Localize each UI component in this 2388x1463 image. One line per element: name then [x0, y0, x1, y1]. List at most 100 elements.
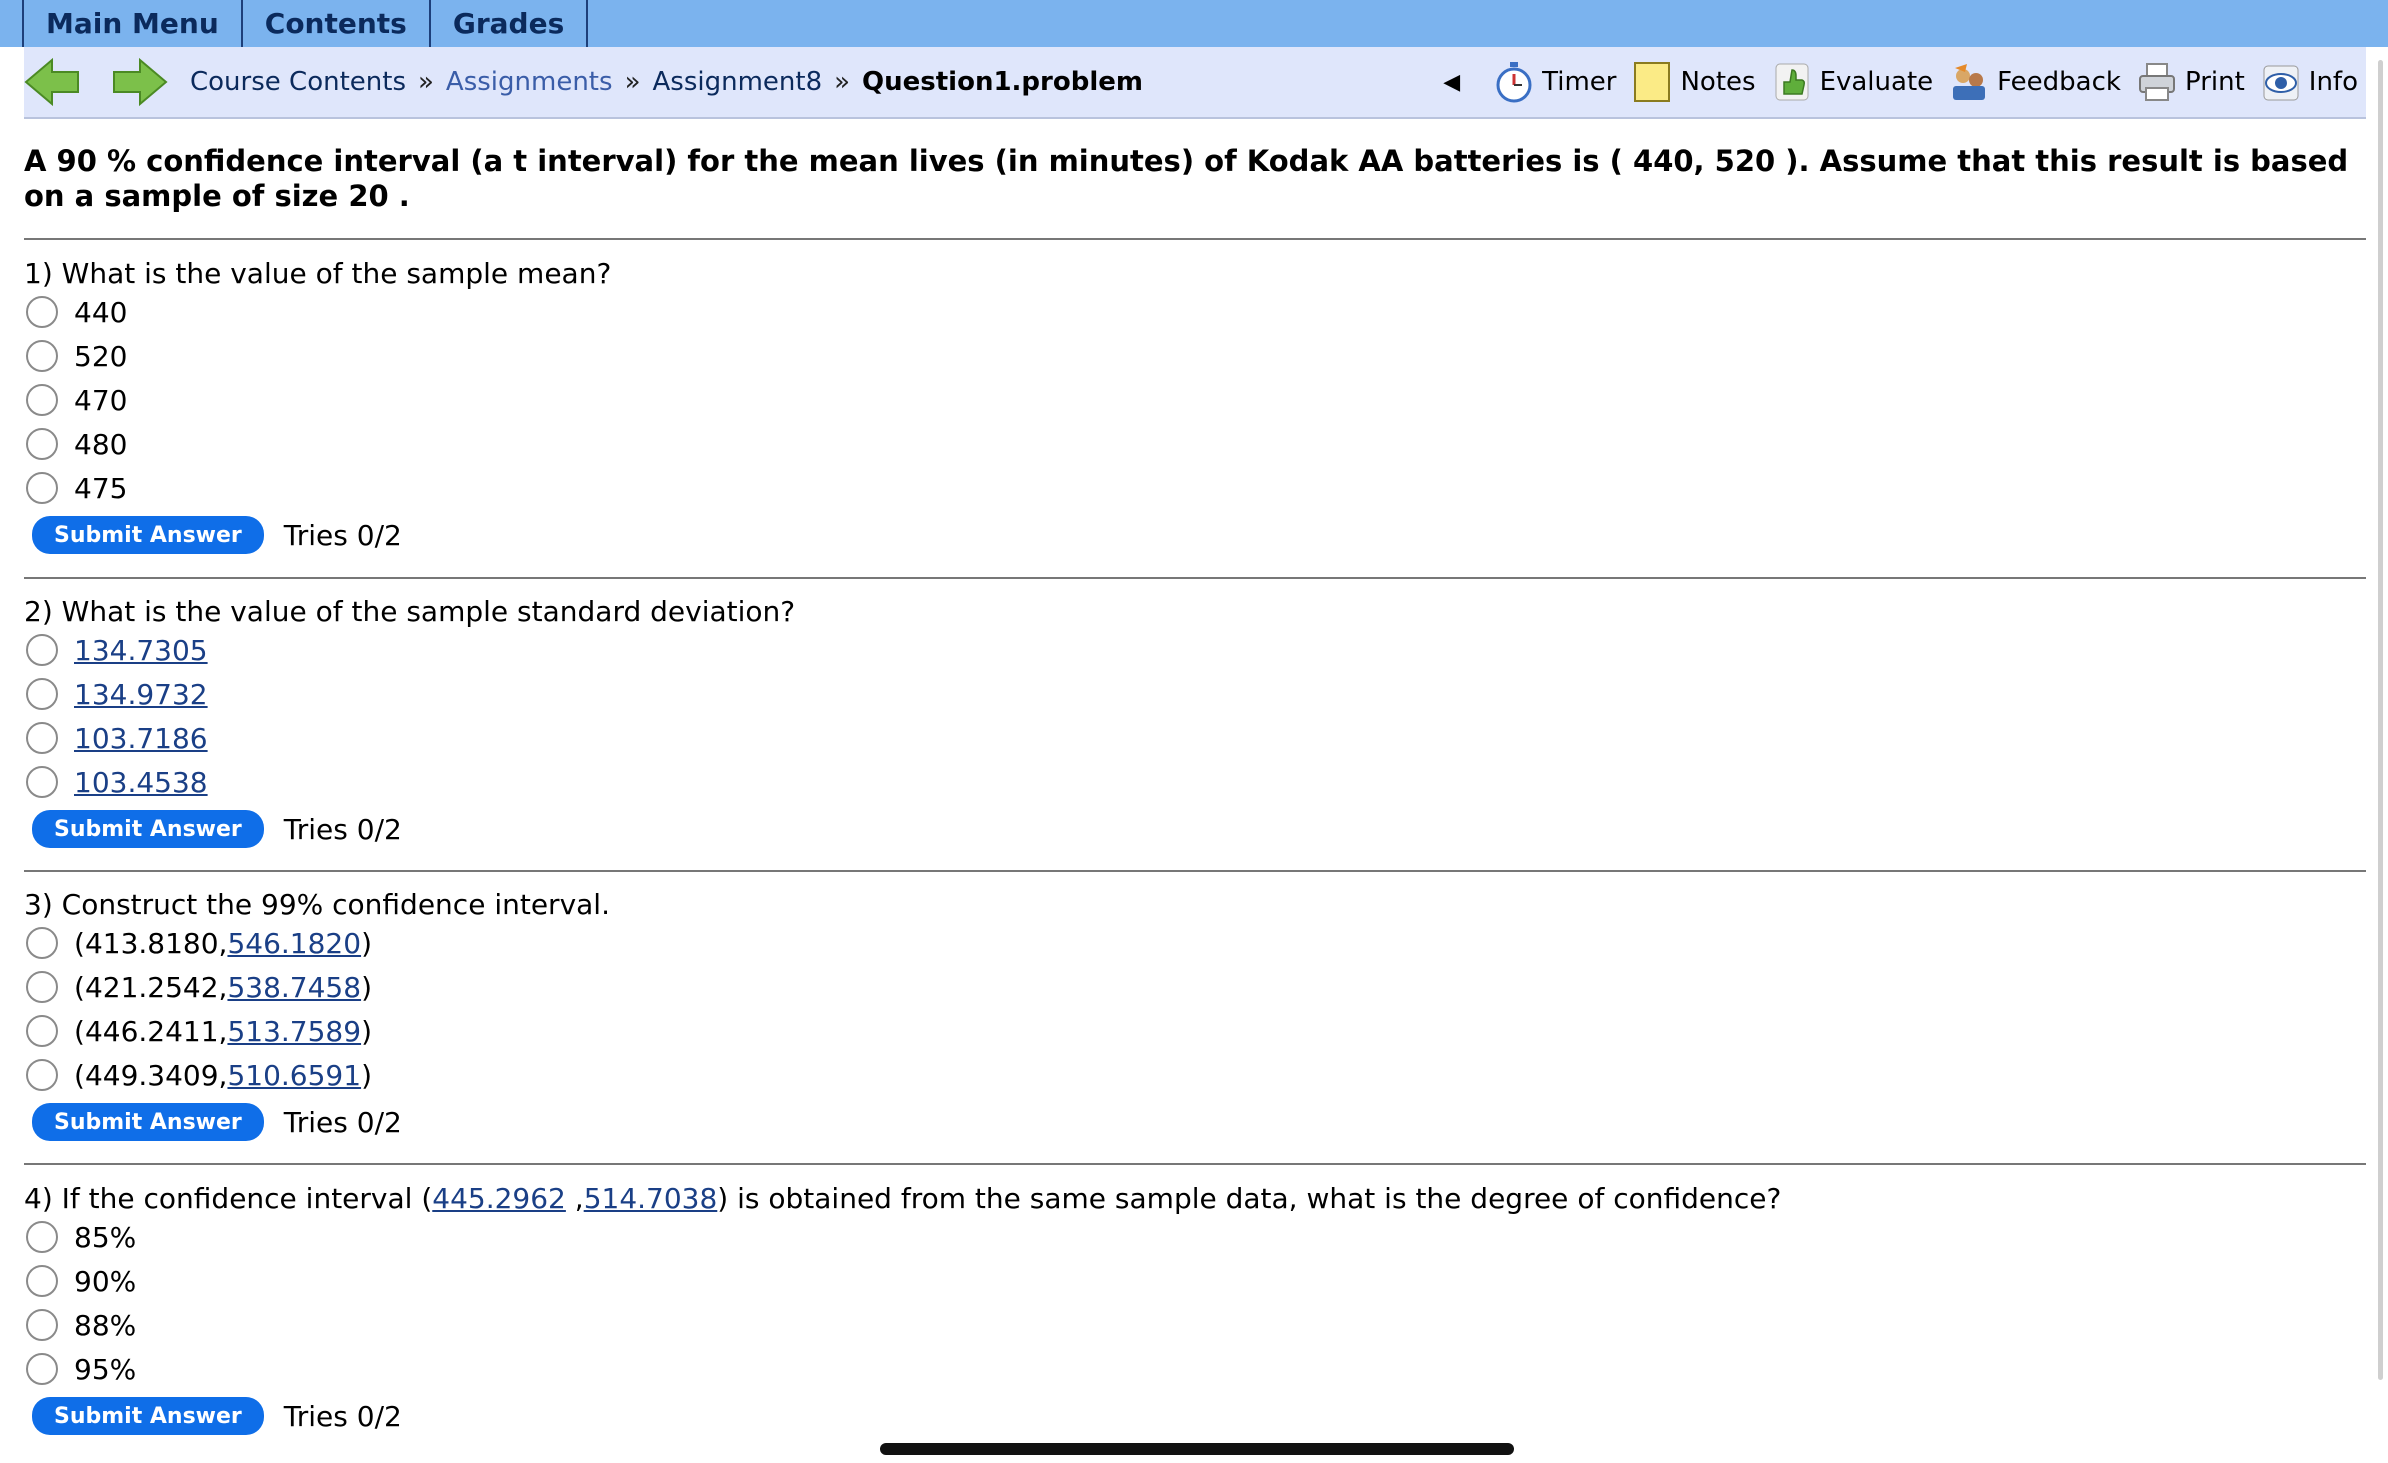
notes-label: Notes: [1680, 67, 1756, 97]
option[interactable]: 103.4538: [24, 760, 2366, 804]
option-comma: ,: [218, 970, 228, 1004]
option[interactable]: 470: [24, 378, 2366, 422]
question-4-text-start: 4) If the confidence interval (: [24, 1182, 433, 1215]
toolbar: ◀ Timer Notes Evaluate Feedback Print In…: [1443, 60, 2358, 104]
option-label: 480: [74, 427, 128, 461]
option[interactable]: 95%: [24, 1347, 2366, 1391]
option[interactable]: (421.2542, 538.7458): [24, 965, 2366, 1009]
option-link[interactable]: 134.7305: [74, 634, 208, 667]
question-1: 1) What is the value of the sample mean?…: [24, 258, 2366, 554]
radio-button[interactable]: [26, 1309, 58, 1341]
print-button[interactable]: Print: [2137, 60, 2245, 104]
feedback-label: Feedback: [1997, 67, 2121, 97]
option-link[interactable]: 103.4538: [74, 766, 208, 799]
question-1-text: 1) What is the value of the sample mean?: [24, 257, 612, 290]
option-upper-link[interactable]: 510.6591: [227, 1059, 361, 1092]
breadcrumb-separator: »: [624, 67, 641, 97]
back-arrow-icon[interactable]: [24, 56, 82, 108]
navigation-bar: Course Contents » Assignments » Assignme…: [24, 47, 2366, 119]
problem-statement: A 90 % confidence interval (a t interval…: [24, 144, 2349, 213]
stopwatch-icon: [1494, 60, 1534, 104]
option[interactable]: 85%: [24, 1215, 2366, 1259]
radio-button[interactable]: [26, 634, 58, 666]
breadcrumb-assignment8[interactable]: Assignment8: [652, 67, 822, 97]
radio-button[interactable]: [26, 927, 58, 959]
breadcrumb-current: Question1.problem: [862, 67, 1143, 97]
question-3-text: 3) Construct the 99% confidence interval…: [24, 888, 610, 921]
option[interactable]: 134.9732: [24, 672, 2366, 716]
timer-button[interactable]: Timer: [1494, 60, 1616, 104]
radio-button[interactable]: [26, 1353, 58, 1385]
answer-actions: Submit Answer Tries 0/2: [24, 810, 2366, 848]
option-close: ): [361, 926, 372, 960]
option-label: 475: [74, 471, 128, 505]
radio-button[interactable]: [26, 678, 58, 710]
radio-button[interactable]: [26, 766, 58, 798]
option-lower: 446.2411: [84, 1014, 219, 1048]
radio-button[interactable]: [26, 1059, 58, 1091]
radio-button[interactable]: [26, 1015, 58, 1047]
radio-button[interactable]: [26, 722, 58, 754]
submit-answer-button[interactable]: Submit Answer: [32, 516, 264, 554]
option-open: (: [74, 1014, 85, 1048]
radio-button[interactable]: [26, 1265, 58, 1297]
option[interactable]: 88%: [24, 1303, 2366, 1347]
option[interactable]: 520: [24, 334, 2366, 378]
thumbs-up-icon: [1772, 60, 1812, 104]
option-comma: ,: [218, 926, 228, 960]
home-indicator[interactable]: [880, 1443, 1514, 1455]
option-link[interactable]: 103.7186: [74, 722, 208, 755]
feedback-icon: [1949, 60, 1989, 104]
tab-grades[interactable]: Grades: [431, 0, 589, 47]
option-link[interactable]: 134.9732: [74, 678, 208, 711]
radio-button[interactable]: [26, 384, 58, 416]
radio-button[interactable]: [26, 296, 58, 328]
option[interactable]: 480: [24, 422, 2366, 466]
notes-button[interactable]: Notes: [1632, 60, 1756, 104]
option[interactable]: 134.7305: [24, 628, 2366, 672]
tries-counter: Tries 0/2: [283, 1105, 402, 1139]
option[interactable]: (413.8180, 546.1820): [24, 921, 2366, 965]
submit-answer-button[interactable]: Submit Answer: [32, 1397, 264, 1435]
option[interactable]: 103.7186: [24, 716, 2366, 760]
option-upper-link[interactable]: 546.1820: [227, 927, 361, 960]
radio-button[interactable]: [26, 1221, 58, 1253]
feedback-button[interactable]: Feedback: [1949, 60, 2121, 104]
radio-button[interactable]: [26, 472, 58, 504]
option-lower: 449.3409: [84, 1058, 219, 1092]
radio-button[interactable]: [26, 428, 58, 460]
divider: [24, 577, 2366, 579]
timer-label: Timer: [1542, 67, 1617, 97]
radio-button[interactable]: [26, 340, 58, 372]
option-label: 88%: [74, 1308, 137, 1342]
option[interactable]: (446.2411, 513.7589): [24, 1009, 2366, 1053]
tab-main-menu[interactable]: Main Menu: [22, 0, 243, 47]
option[interactable]: (449.3409, 510.6591): [24, 1053, 2366, 1097]
option[interactable]: 90%: [24, 1259, 2366, 1303]
answer-actions: Submit Answer Tries 0/2: [24, 1397, 2366, 1435]
submit-answer-button[interactable]: Submit Answer: [32, 810, 264, 848]
option-lower: 413.8180: [84, 926, 219, 960]
evaluate-button[interactable]: Evaluate: [1772, 60, 1933, 104]
forward-arrow-icon[interactable]: [110, 56, 168, 108]
option-label: 85%: [74, 1220, 137, 1254]
option[interactable]: 440: [24, 290, 2366, 334]
option[interactable]: 475: [24, 466, 2366, 510]
breadcrumb-course-contents[interactable]: Course Contents: [190, 67, 406, 97]
divider: [24, 1163, 2366, 1165]
info-button[interactable]: Info: [2261, 60, 2358, 104]
breadcrumb-assignments[interactable]: Assignments: [446, 67, 613, 97]
tab-contents[interactable]: Contents: [243, 0, 431, 47]
interval-upper-link[interactable]: 514.7038: [584, 1182, 718, 1215]
option-label: 470: [74, 383, 128, 417]
vertical-scrollbar[interactable]: [2378, 60, 2383, 1380]
tries-counter: Tries 0/2: [283, 518, 402, 552]
radio-button[interactable]: [26, 971, 58, 1003]
submit-answer-button[interactable]: Submit Answer: [32, 1103, 264, 1141]
option-upper-link[interactable]: 538.7458: [227, 971, 361, 1004]
option-upper-link[interactable]: 513.7589: [227, 1015, 361, 1048]
note-icon: [1632, 60, 1672, 104]
question-2-text: 2) What is the value of the sample stand…: [24, 595, 796, 628]
collapse-toolbar-icon[interactable]: ◀: [1443, 70, 1460, 95]
interval-lower-link[interactable]: 445.2962: [432, 1182, 566, 1215]
